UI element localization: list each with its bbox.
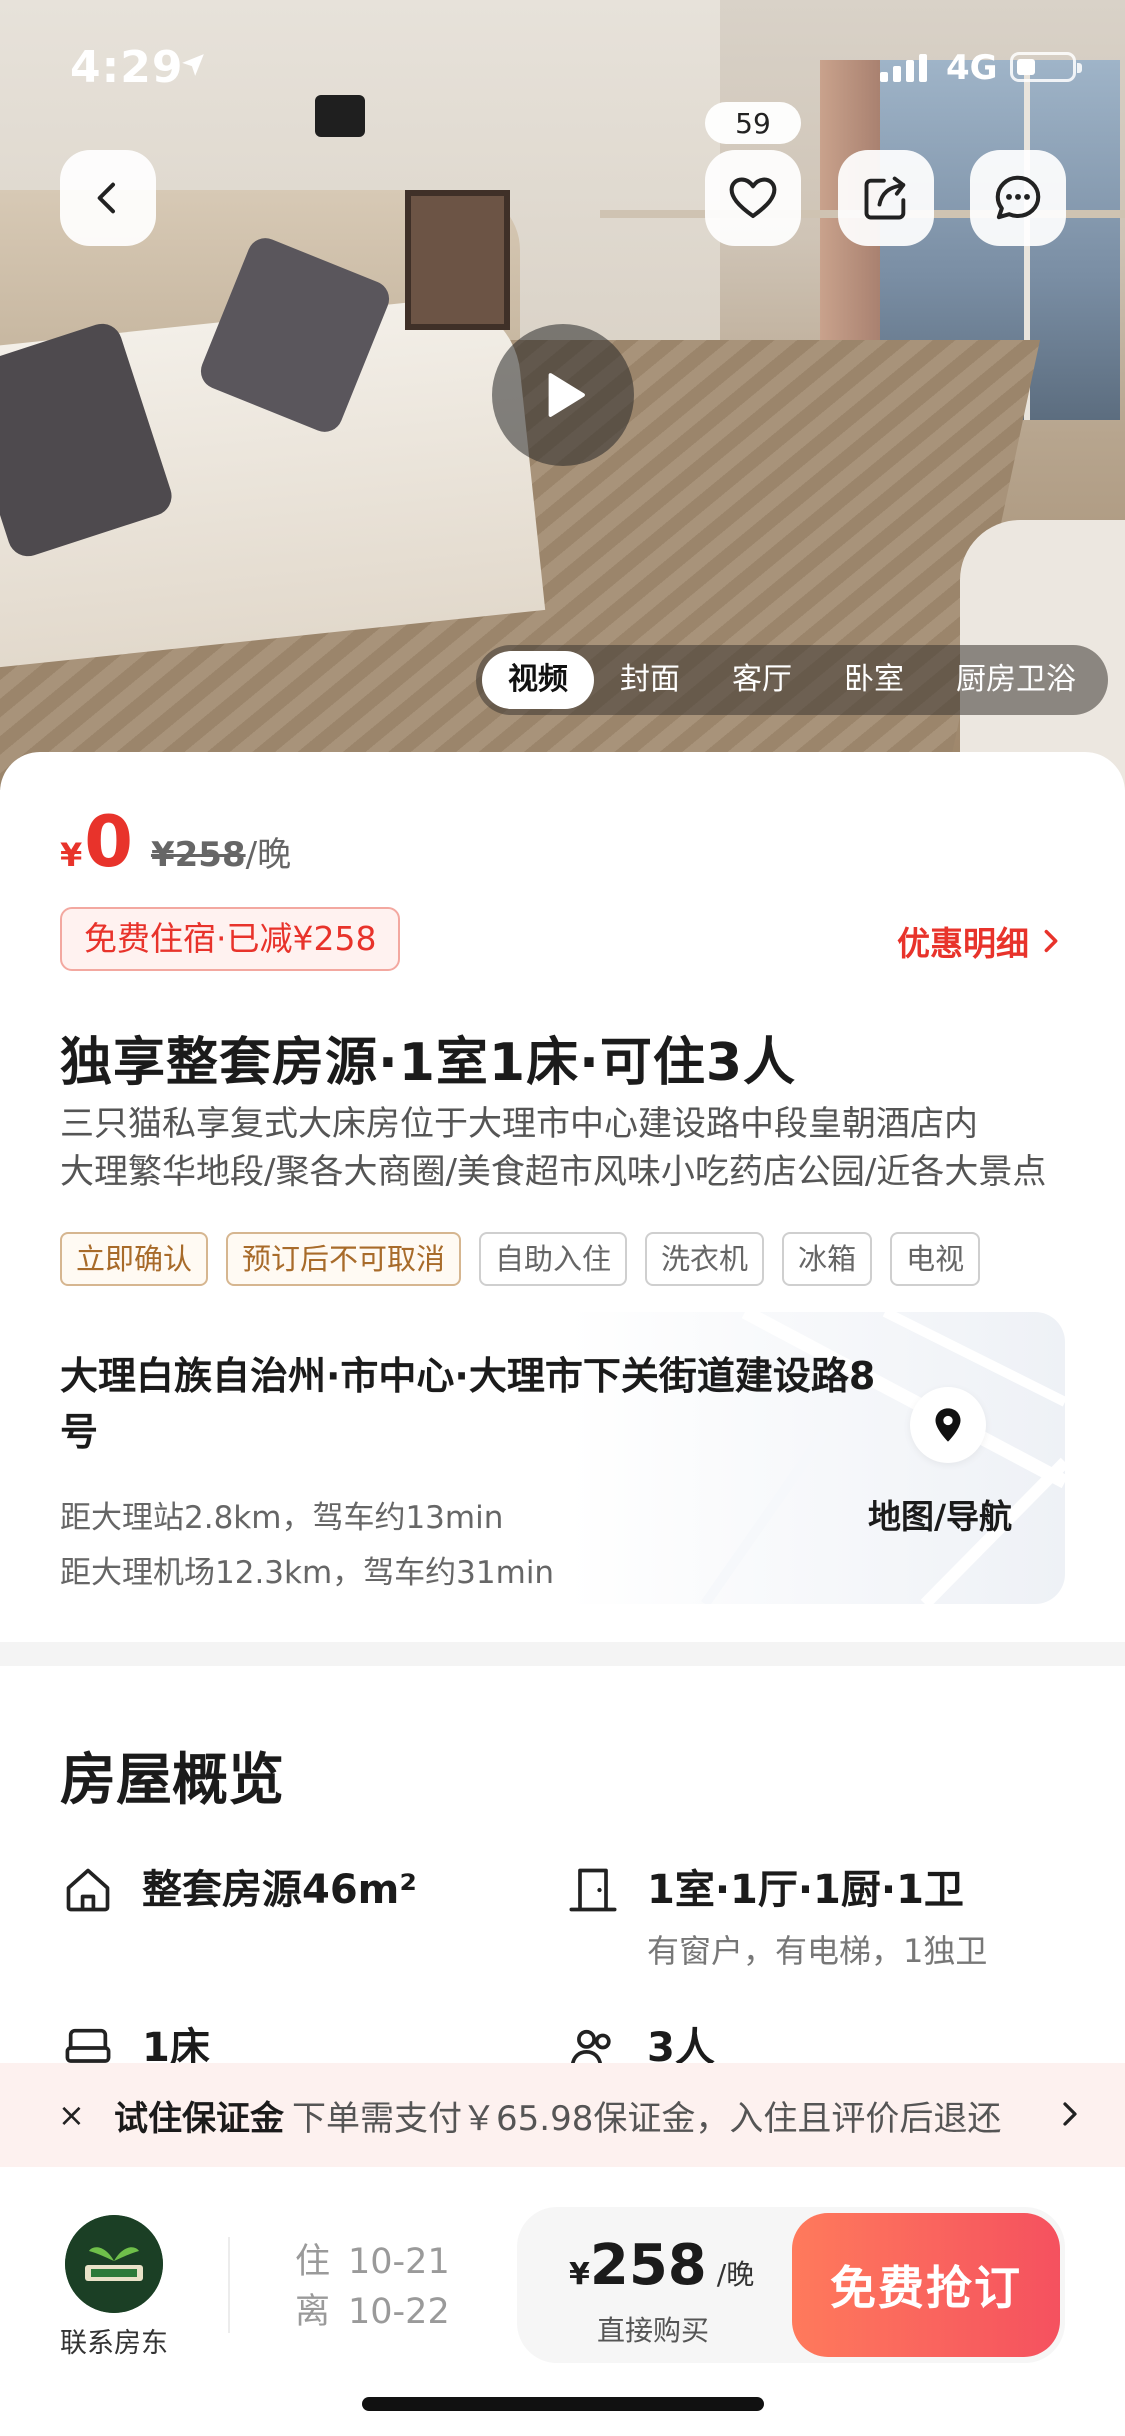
map-pin-icon — [935, 1408, 961, 1442]
price-current: 0 — [84, 801, 133, 883]
share-button[interactable] — [838, 150, 934, 246]
chevron-right-icon — [1044, 929, 1058, 953]
overview-rooms-sub: 有窗户，有电梯，1独卫 — [647, 1932, 988, 1970]
listing-title: 独享整套房源·1室1床·可住3人 — [60, 1033, 797, 1093]
free-book-button[interactable]: 免费抢订 — [792, 2213, 1060, 2357]
map-navigation-label[interactable]: 地图/导航 — [868, 1490, 1012, 1538]
signal-icon — [880, 52, 927, 82]
contact-host-button[interactable]: 联系房东 — [58, 2215, 170, 2360]
deposit-text: 下单需支付￥65.98保证金，入住且评价后退还 — [292, 2098, 1002, 2139]
checkout-date: 10-22 — [348, 2292, 450, 2332]
distance-station: 距大理站2.8km，驾车约13min — [60, 1500, 504, 1536]
contact-host-label: 联系房东 — [60, 2328, 168, 2359]
description-line: 大理繁华地段/聚各大商圈/美食超市风味小吃药店公园/近各大景点 — [60, 1152, 1047, 1192]
buy-currency: ¥ — [569, 2257, 590, 2292]
media-tabs: 视频 封面 客厅 卧室 厨房卫浴 — [476, 645, 1108, 715]
buy-price-value: 258 — [589, 2233, 707, 2298]
play-video-button[interactable] — [492, 324, 634, 466]
tab-living-room[interactable]: 客厅 — [706, 651, 818, 709]
stay-dates[interactable]: 住 10-21 离 10-22 — [295, 2237, 450, 2337]
tag-instant-confirm: 立即确认 — [60, 1232, 209, 1286]
bottom-bar: 联系房东 住 10-21 离 10-22 ¥ 258 /晚 直接购买 免费抢订 — [0, 2167, 1125, 2436]
price-original: ¥258 — [150, 835, 246, 875]
house-icon — [66, 1868, 110, 1912]
chevron-left-icon — [97, 182, 115, 214]
door-icon — [569, 1868, 617, 1912]
tab-bedroom[interactable]: 卧室 — [818, 651, 930, 709]
overview-title: 房屋概览 — [60, 1748, 284, 1813]
address-title: 大理白族自治州·市中心·大理市下关街道建设路8号 — [60, 1354, 876, 1454]
map-pin-button[interactable] — [910, 1387, 986, 1463]
buy-price-unit: /晚 — [716, 2258, 755, 2291]
tab-kitchen-bath[interactable]: 厨房卫浴 — [930, 651, 1102, 709]
status-time: 4:29 — [70, 42, 184, 93]
checkout-key: 离 — [295, 2292, 331, 2332]
price-row: ¥ 0 ¥258 /晚 — [60, 807, 291, 877]
overview-item-rooms: 1室·1厅·1厨·1卫 有窗户，有电梯，1独卫 — [565, 1862, 987, 1972]
overview-area-text: 整套房源46m² — [142, 1867, 417, 1913]
home-indicator[interactable] — [362, 2397, 764, 2411]
deposit-banner[interactable]: × 试住保证金 下单需支付￥65.98保证金，入住且评价后退还 — [0, 2063, 1125, 2167]
description-line: 三只猫私享复式大床房位于大理市中心建设路中段皇朝酒店内 — [60, 1104, 978, 1144]
favorite-button[interactable] — [705, 150, 801, 246]
checkin-date: 10-21 — [348, 2242, 450, 2282]
direct-buy-label: 直接购买 — [597, 2314, 710, 2347]
section-divider — [0, 1642, 1125, 1666]
battery-icon — [1010, 52, 1082, 82]
buy-price: ¥ 258 /晚 — [569, 2233, 754, 2298]
overview-rooms-text: 1室·1厅·1厨·1卫 — [647, 1867, 964, 1913]
listing-card: ¥ 0 ¥258 /晚 免费住宿·已减¥258 优惠明细 独享整套房源·1室1床… — [0, 752, 1125, 1642]
bottom-divider — [228, 2237, 230, 2333]
tag-self-checkin: 自助入住 — [479, 1232, 628, 1286]
chevron-right-icon — [1063, 2102, 1077, 2126]
favorite-count-badge: 59 — [705, 102, 801, 144]
tag-fridge: 冰箱 — [782, 1232, 873, 1286]
heart-icon — [729, 177, 777, 219]
listing-description[interactable]: 三只猫私享复式大床房位于大理市中心建设路中段皇朝酒店内 大理繁华地段/聚各大商圈… — [60, 1100, 1070, 1196]
tab-cover[interactable]: 封面 — [594, 651, 706, 709]
overview-item-area: 整套房源46m² — [60, 1862, 417, 1918]
status-bar: 4:29 4G — [0, 0, 1125, 140]
tab-video[interactable]: 视频 — [482, 651, 594, 709]
tag-non-refundable: 预订后不可取消 — [226, 1232, 462, 1286]
photo-frame — [405, 190, 510, 330]
play-icon — [548, 373, 585, 417]
feature-tags: 立即确认 预订后不可取消 自助入住 洗衣机 冰箱 电视 — [60, 1232, 981, 1286]
discount-details-label: 优惠明细 — [897, 924, 1029, 963]
price-currency: ¥ — [60, 836, 83, 874]
tag-tv: 电视 — [890, 1232, 981, 1286]
deposit-title: 试住保证金 — [114, 2098, 284, 2139]
back-button[interactable] — [60, 150, 156, 246]
message-button[interactable] — [970, 150, 1066, 246]
distance-airport: 距大理机场12.3km，驾车约31min — [60, 1555, 555, 1591]
location-arrow-icon — [182, 54, 204, 76]
host-logo-icon — [65, 2215, 163, 2313]
network-label: 4G — [946, 48, 998, 88]
free-stay-badge: 免费住宿·已减¥258 — [60, 907, 401, 971]
close-icon[interactable]: × — [58, 2096, 114, 2134]
chat-icon — [995, 175, 1041, 220]
discount-details-link[interactable]: 优惠明细 — [897, 917, 1065, 965]
checkin-key: 住 — [295, 2242, 331, 2282]
price-unit: /晚 — [245, 835, 292, 875]
tag-washer: 洗衣机 — [645, 1232, 765, 1286]
share-icon — [864, 176, 906, 220]
address-box[interactable]: 大理白族自治州·市中心·大理市下关街道建设路8号 距大理站2.8km，驾车约13… — [30, 1312, 1065, 1604]
host-avatar — [65, 2215, 163, 2313]
